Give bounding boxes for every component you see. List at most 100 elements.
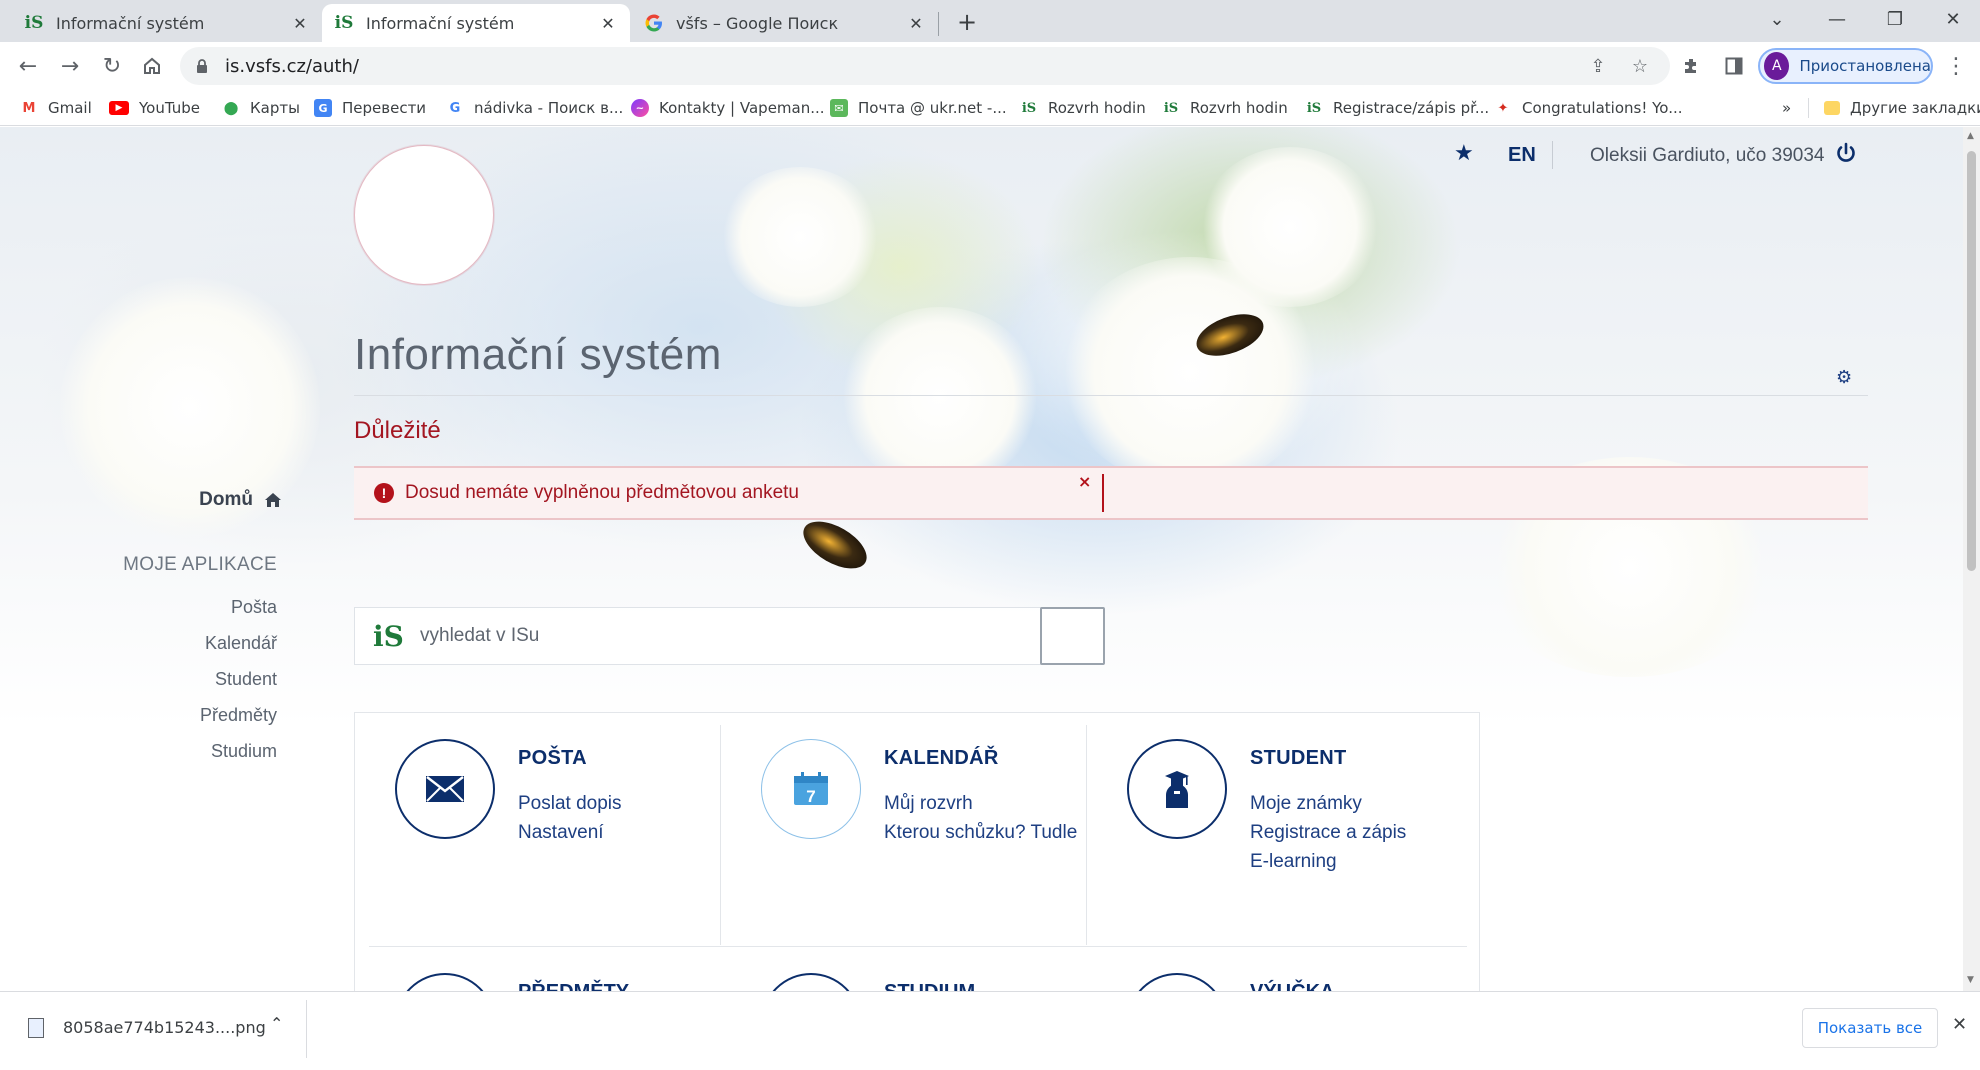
search-input[interactable] xyxy=(420,620,1040,652)
favorites-star-icon[interactable]: ★ xyxy=(1454,141,1474,166)
show-all-downloads-button[interactable]: Показать все xyxy=(1802,1008,1938,1048)
scroll-up-icon[interactable]: ▲ xyxy=(1967,131,1974,141)
card-icon-circle[interactable]: 7 xyxy=(761,739,861,839)
sidebar-item-studium[interactable]: Studium xyxy=(211,741,277,762)
tab-is-2-active[interactable]: iS Informační systém ✕ xyxy=(322,4,630,42)
bookmarks-bar: M Gmail ▶ YouTube ⬤ Карты G Перевести G … xyxy=(0,90,1980,126)
house-icon xyxy=(265,493,281,507)
student-icon xyxy=(1165,771,1189,808)
address-bar[interactable]: is.vsfs.cz/auth/ ⇪ ☆ xyxy=(180,47,1670,85)
tab-is-1[interactable]: iS Informační systém ✕ xyxy=(12,4,322,42)
chevron-up-icon[interactable]: ⌃ xyxy=(270,1014,283,1033)
back-icon[interactable]: ← xyxy=(10,48,46,84)
card-title[interactable]: STUDENT xyxy=(1250,747,1347,770)
card-link[interactable]: Můj rozvrh xyxy=(884,793,973,815)
bookmark-kontakty[interactable]: ~ Kontakty | Vapeman... xyxy=(631,96,825,120)
home-icon[interactable] xyxy=(134,48,170,84)
card-title[interactable]: VÝUČKA xyxy=(1250,981,1334,991)
card-icon-circle[interactable] xyxy=(395,973,495,991)
alert-divider xyxy=(1102,474,1104,512)
bookmark-label: Kontakty | Vapeman... xyxy=(659,99,825,117)
card-link[interactable]: Poslat dopis xyxy=(518,793,622,815)
card-icon-circle[interactable] xyxy=(1127,973,1227,991)
alert-close-icon[interactable]: × xyxy=(1078,472,1091,491)
card-icon-circle[interactable] xyxy=(395,739,495,839)
bookmark-star-icon[interactable]: ☆ xyxy=(1628,54,1652,78)
card-kalendar: 7 KALENDÁŘ Můj rozvrh Kterou schůzku? Tu… xyxy=(721,713,1087,948)
folder-icon xyxy=(1824,101,1840,115)
card-link[interactable]: Nastavení xyxy=(518,822,604,844)
language-switch[interactable]: EN xyxy=(1508,144,1536,167)
card-link[interactable]: Kterou schůzku? Tudle xyxy=(884,822,1077,844)
title-divider xyxy=(354,395,1868,396)
bookmark-maps[interactable]: ⬤ Карты xyxy=(222,96,300,120)
close-icon[interactable]: ✕ xyxy=(1952,1014,1967,1035)
close-icon[interactable]: ✕ xyxy=(598,13,618,33)
mail-icon: ✉ xyxy=(830,99,848,117)
close-icon[interactable]: ✕ xyxy=(906,13,926,33)
bookmark-label: Congratulations! Yo... xyxy=(1522,99,1683,117)
card-icon-circle[interactable] xyxy=(1127,739,1227,839)
tab-search-chevron-icon[interactable]: ⌄ xyxy=(1748,0,1806,38)
bookmark-gmail[interactable]: M Gmail xyxy=(20,96,92,120)
close-icon[interactable]: ✕ xyxy=(290,13,310,33)
is-logo-text: iS xyxy=(373,620,404,653)
bookmark-label: YouTube xyxy=(139,99,200,117)
download-file-name[interactable]: 8058ae774b15243....png xyxy=(63,1018,266,1037)
page-scrollbar[interactable]: ▲ ▼ xyxy=(1963,127,1980,991)
card-title[interactable]: PŘEDMĚTY xyxy=(518,981,629,991)
bookmark-youtube[interactable]: ▶ YouTube xyxy=(109,96,200,120)
download-bar: 8058ae774b15243....png ⌃ Показать все ✕ xyxy=(0,991,1980,1070)
user-name[interactable]: Oleksii Gardiuto, učo 39034 xyxy=(1590,145,1824,167)
window-close-icon[interactable]: ✕ xyxy=(1924,0,1980,38)
gear-icon[interactable]: ⚙ xyxy=(1836,367,1852,388)
bookmark-label: Gmail xyxy=(48,99,92,117)
share-icon[interactable]: ⇪ xyxy=(1586,54,1610,78)
restore-icon[interactable]: ❐ xyxy=(1866,0,1924,38)
scroll-down-icon[interactable]: ▼ xyxy=(1967,975,1974,985)
other-bookmarks[interactable]: Другие закладки xyxy=(1824,96,1980,120)
menu-kebab-icon[interactable]: ⋮ xyxy=(1938,48,1974,84)
alert-message-link[interactable]: Dosud nemáte vyplněnou předmětovou anket… xyxy=(405,482,799,504)
bookmark-translate[interactable]: G Перевести xyxy=(314,96,426,120)
tab-google-search[interactable]: všfs – Google Поиск ✕ xyxy=(632,4,938,42)
tab-title: Informační systém xyxy=(56,13,205,33)
new-tab-button[interactable]: + xyxy=(952,7,982,37)
sidebar-home-link[interactable]: Domů xyxy=(199,489,283,511)
card-title[interactable]: POŠTA xyxy=(518,747,587,770)
bookmark-congratulations[interactable]: ✦ Congratulations! Yo... xyxy=(1494,96,1683,120)
bookmark-rozvrh-2[interactable]: iS Rozvrh hodin xyxy=(1162,96,1288,120)
bookmark-nadivka[interactable]: G nádivka - Поиск в... xyxy=(446,96,624,120)
sidebar-item-predmety[interactable]: Předměty xyxy=(200,705,277,726)
card-icon-circle[interactable] xyxy=(761,973,861,991)
sidebar-item-posta[interactable]: Pošta xyxy=(231,597,277,618)
sidebar-home-label: Domů xyxy=(199,489,253,510)
extensions-icon[interactable] xyxy=(1674,48,1710,84)
calendar-icon: 7 xyxy=(794,772,828,806)
bookmark-ukrnet[interactable]: ✉ Почта @ ukr.net -... xyxy=(830,96,1007,120)
url-text[interactable]: is.vsfs.cz/auth/ xyxy=(225,56,359,77)
card-link[interactable]: Registrace a zápis xyxy=(1250,822,1406,844)
bookmark-rozvrh-1[interactable]: iS Rozvrh hodin xyxy=(1020,96,1146,120)
card-link[interactable]: Moje známky xyxy=(1250,793,1362,815)
page-content: ★ EN Oleksii Gardiuto, učo 39034 Informa… xyxy=(0,127,1963,991)
forward-icon[interactable]: → xyxy=(52,48,88,84)
scroll-thumb[interactable] xyxy=(1967,151,1976,571)
reload-icon[interactable]: ↻ xyxy=(94,48,130,84)
card-title[interactable]: KALENDÁŘ xyxy=(884,747,999,770)
bookmark-registrace[interactable]: iS Registrace/zápis př... xyxy=(1305,96,1489,120)
google-icon: G xyxy=(449,100,461,116)
sidebar-item-kalendar[interactable]: Kalendář xyxy=(205,633,277,654)
bookmarks-overflow-button[interactable]: » xyxy=(1782,96,1791,120)
logout-power-icon[interactable] xyxy=(1834,141,1858,165)
card-link[interactable]: E-learning xyxy=(1250,851,1337,873)
sidebar-item-student[interactable]: Student xyxy=(215,669,277,690)
card-title[interactable]: STUDIUM xyxy=(884,981,975,991)
minimize-icon[interactable]: — xyxy=(1808,0,1866,38)
bee-decoration xyxy=(795,511,875,579)
side-panel-icon[interactable] xyxy=(1716,48,1752,84)
messenger-icon: ~ xyxy=(631,99,649,117)
lock-icon[interactable] xyxy=(190,54,214,78)
profile-button[interactable]: A Приостановлена xyxy=(1758,48,1933,84)
search-button[interactable] xyxy=(1040,607,1105,665)
